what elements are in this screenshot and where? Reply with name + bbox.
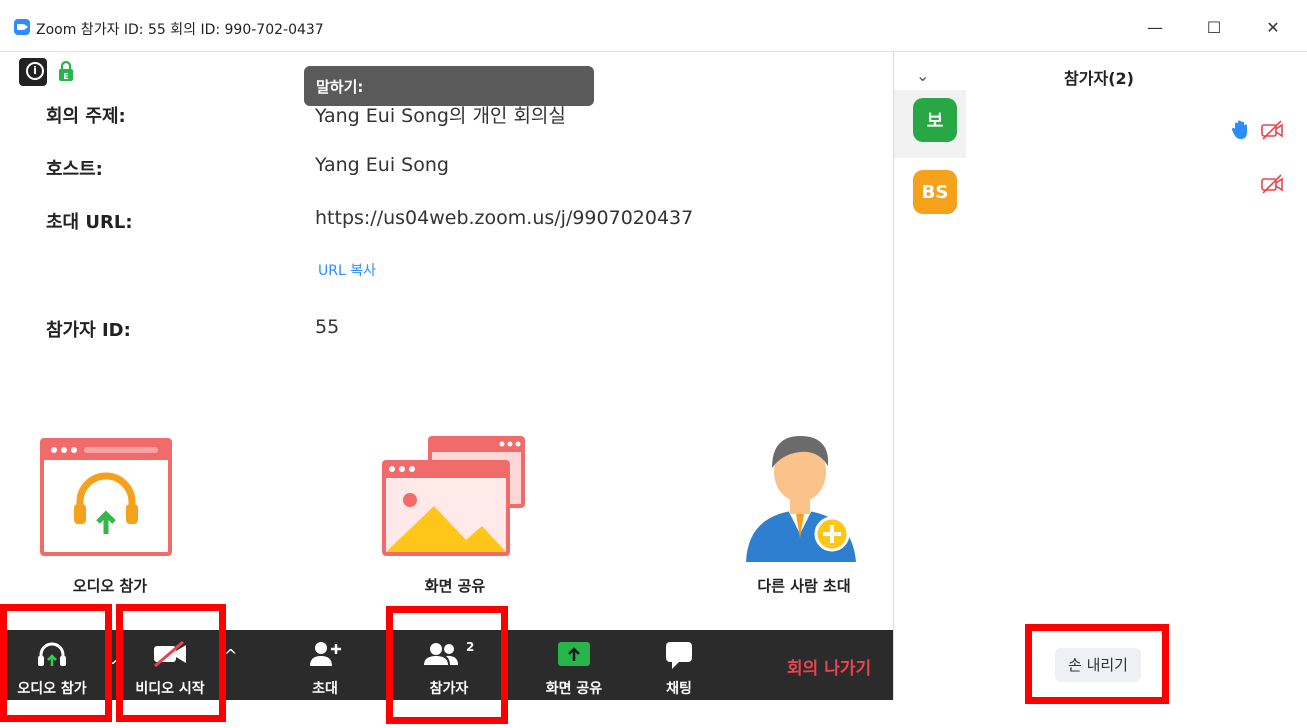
invite-person-illustration-icon [746,436,856,562]
toolbar-participants-label: 참가자 [429,681,469,697]
participant-avatar: BS [913,170,957,214]
participant-id-label: 참가자 ID: [46,320,131,341]
participants-count-badge: 2 [466,640,475,654]
speaking-tooltip: 말하기: [304,66,594,106]
toolbar-audio-button[interactable]: 오디오 참가 [0,630,104,700]
lower-hand-button[interactable]: 손 내리기 [1055,648,1141,682]
share-screen-illustration-icon [382,436,525,556]
participants-icon [424,643,458,665]
svg-text:E: E [63,72,68,81]
zoom-logo-icon [14,19,30,35]
toolbar-chat-button[interactable]: 채팅 [644,630,714,700]
share-screen-icon [558,642,590,666]
video-off-icon [1261,120,1283,140]
toolbar-invite-label: 초대 [312,681,338,697]
window-title: Zoom 참가자 ID: 55 회의 ID: 990-702-0437 [36,22,324,38]
window-bottom-edge [0,700,1307,728]
join-audio-caption: 오디오 참가 [72,577,148,595]
participant-row[interactable]: 보 [894,90,1307,158]
raised-hand-icon [1232,120,1247,139]
maximize-button[interactable]: ☐ [1199,14,1229,40]
topic-label: 회의 주제: [46,106,126,127]
video-options-caret-icon[interactable]: ^ [224,646,237,665]
toolbar-invite-button[interactable]: 초대 [290,630,360,700]
invite-others-caption: 다른 사람 초대 [757,577,851,595]
invite-url-label: 초대 URL: [46,212,133,233]
title-bar: Zoom 참가자 ID: 55 회의 ID: 990-702-0437 — ☐ … [0,0,1307,52]
invite-others-big-button[interactable]: 다른 사람 초대 [694,430,914,610]
add-person-icon [310,642,341,666]
toolbar-chat-label: 채팅 [666,681,692,697]
toolbar-audio-label: 오디오 참가 [17,681,87,697]
join-audio-illustration-icon [40,438,172,556]
host-label: 호스트: [46,159,103,180]
participants-panel: ⌄ 참가자(2) 보 BS [893,52,1307,700]
host-value: Yang Eui Song [315,154,449,176]
toolbar-video-label: 비디오 시작 [135,681,205,697]
participant-avatar: 보 [913,98,957,142]
video-off-icon [154,640,186,668]
toolbar-share-button[interactable]: 화면 공유 [534,630,614,700]
encryption-lock-icon[interactable]: E [58,60,74,82]
copy-url-link[interactable]: URL 복사 [318,260,376,280]
video-off-icon [1261,174,1283,194]
headphone-icon [38,642,66,666]
participant-id-value: 55 [315,316,340,338]
participant-row[interactable]: BS [894,160,1307,228]
info-icon[interactable] [19,58,47,86]
toolbar-participants-button[interactable]: 2 참가자 [404,630,494,700]
toolbar-share-label: 화면 공유 [545,681,603,697]
minimize-button[interactable]: — [1140,14,1170,40]
share-screen-big-button[interactable]: 화면 공유 [345,430,565,610]
close-button[interactable]: ✕ [1258,14,1288,40]
chat-icon [666,642,692,669]
leave-meeting-button[interactable]: 회의 나가기 [787,654,871,679]
share-screen-caption: 화면 공유 [424,577,486,595]
join-audio-big-button[interactable]: 오디오 참가 [0,430,220,610]
audio-options-caret-icon[interactable]: ^ [106,648,119,667]
toolbar-video-button[interactable]: 비디오 시작 [120,630,220,700]
participants-panel-title: 참가자(2) [1064,69,1134,88]
invite-url-value: https://us04web.zoom.us/j/9907020437 [315,207,694,229]
